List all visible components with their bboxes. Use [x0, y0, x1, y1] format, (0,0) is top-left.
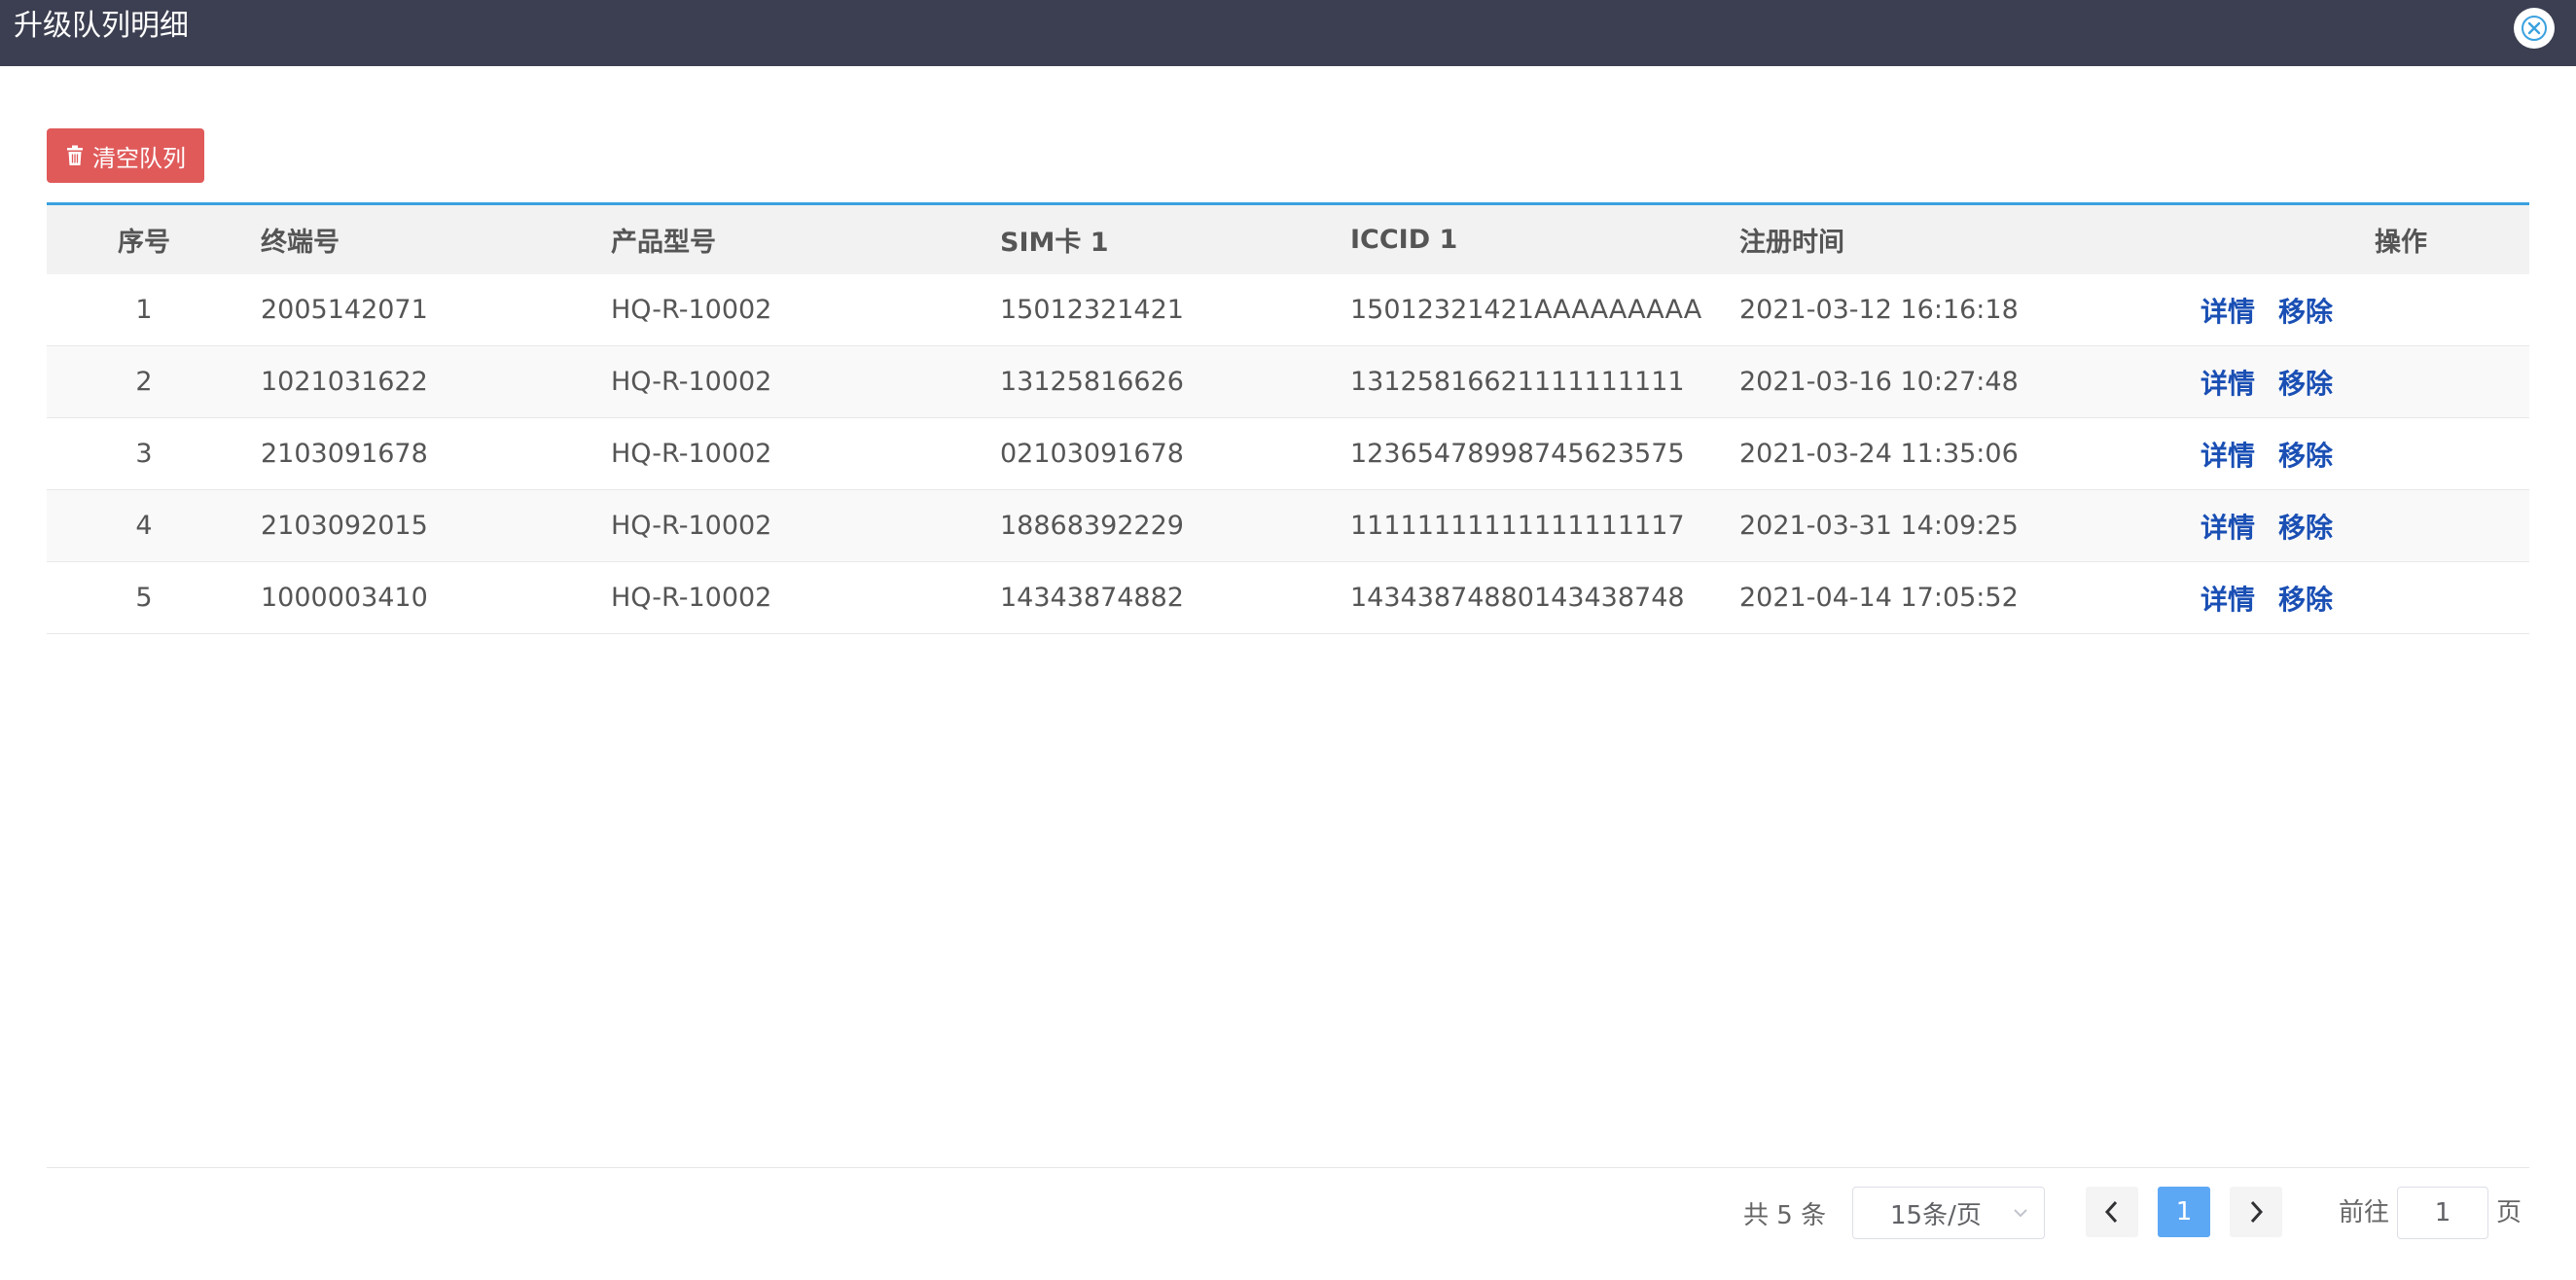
remove-link[interactable]: 移除 — [2278, 435, 2333, 474]
row-actions: 详情 移除 — [2200, 346, 2333, 417]
column-header-terminal: 终端号 — [261, 228, 340, 258]
cell-time: 2021-03-16 10:27:48 — [1739, 367, 2019, 397]
cell-sim: 14343874882 — [1000, 583, 1184, 613]
cell-terminal: 1000003410 — [261, 583, 428, 613]
column-header-sim: SIM卡 1 — [1000, 228, 1109, 258]
detail-link[interactable]: 详情 — [2200, 291, 2255, 330]
cell-sim: 02103091678 — [1000, 439, 1184, 469]
detail-link[interactable]: 详情 — [2200, 363, 2255, 402]
row-actions: 详情 移除 — [2200, 274, 2333, 345]
table-row: 1 2005142071 HQ-R-10002 15012321421 1501… — [47, 274, 2529, 346]
column-header-model: 产品型号 — [611, 228, 716, 258]
cell-iccid: 13125816621111111111 — [1350, 367, 1685, 397]
cell-sim: 15012321421 — [1000, 295, 1184, 325]
detail-link[interactable]: 详情 — [2200, 435, 2255, 474]
column-header-time: 注册时间 — [1739, 228, 1844, 258]
cell-index: 5 — [135, 583, 153, 613]
row-actions: 详情 移除 — [2200, 562, 2333, 633]
pagination-total: 共 5 条 — [1743, 1200, 1827, 1230]
next-page-button[interactable] — [2230, 1187, 2282, 1237]
goto-label: 前往 — [2339, 1198, 2390, 1227]
cell-time: 2021-04-14 17:05:52 — [1739, 583, 2019, 613]
remove-link[interactable]: 移除 — [2278, 579, 2333, 618]
close-icon — [2522, 16, 2547, 41]
cell-iccid: 15012321421AAAAAAAAA — [1350, 295, 1702, 325]
goto-page-input[interactable] — [2397, 1187, 2488, 1239]
page-unit-label: 页 — [2496, 1198, 2522, 1227]
chevron-down-icon — [2014, 1209, 2027, 1218]
cell-index: 3 — [135, 439, 153, 469]
cell-model: HQ-R-10002 — [611, 367, 772, 397]
cell-iccid: 12365478998745623575 — [1350, 439, 1685, 469]
cell-terminal: 2103092015 — [261, 511, 428, 541]
pagination-divider — [47, 1167, 2529, 1168]
cell-model: HQ-R-10002 — [611, 295, 772, 325]
dialog-title: 升级队列明细 — [14, 9, 189, 43]
table-header: 序号 终端号 产品型号 SIM卡 1 ICCID 1 注册时间 操作 — [47, 202, 2529, 274]
cell-iccid: 11111111111111111117 — [1350, 511, 1685, 541]
prev-page-button[interactable] — [2086, 1187, 2138, 1237]
chevron-right-icon — [2250, 1200, 2264, 1224]
dialog-header: 升级队列明细 — [0, 0, 2576, 66]
cell-model: HQ-R-10002 — [611, 511, 772, 541]
page-size-select[interactable]: 15条/页 — [1852, 1187, 2045, 1239]
cell-time: 2021-03-31 14:09:25 — [1739, 511, 2019, 541]
cell-model: HQ-R-10002 — [611, 439, 772, 469]
cell-sim: 18868392229 — [1000, 511, 1184, 541]
remove-link[interactable]: 移除 — [2278, 507, 2333, 546]
table-row: 2 1021031622 HQ-R-10002 13125816626 1312… — [47, 346, 2529, 418]
remove-link[interactable]: 移除 — [2278, 291, 2333, 330]
cell-index: 1 — [135, 295, 153, 325]
cell-model: HQ-R-10002 — [611, 583, 772, 613]
detail-link[interactable]: 详情 — [2200, 507, 2255, 546]
cell-terminal: 2103091678 — [261, 439, 428, 469]
cell-sim: 13125816626 — [1000, 367, 1184, 397]
chevron-left-icon — [2104, 1200, 2118, 1224]
cell-iccid: 14343874880143438748 — [1350, 583, 1685, 613]
detail-link[interactable]: 详情 — [2200, 579, 2255, 618]
row-actions: 详情 移除 — [2200, 418, 2333, 489]
remove-link[interactable]: 移除 — [2278, 363, 2333, 402]
table-row: 4 2103092015 HQ-R-10002 18868392229 1111… — [47, 490, 2529, 562]
close-button[interactable] — [2514, 8, 2555, 49]
queue-table: 序号 终端号 产品型号 SIM卡 1 ICCID 1 注册时间 操作 1 200… — [47, 202, 2529, 634]
cell-index: 2 — [135, 367, 153, 397]
clear-queue-label: 清空队列 — [92, 144, 186, 172]
table-row: 3 2103091678 HQ-R-10002 02103091678 1236… — [47, 418, 2529, 490]
cell-index: 4 — [135, 511, 153, 541]
cell-terminal: 2005142071 — [261, 295, 428, 325]
row-actions: 详情 移除 — [2200, 490, 2333, 561]
column-header-iccid: ICCID 1 — [1350, 225, 1458, 255]
column-header-actions: 操作 — [2375, 228, 2427, 258]
page-size-value: 15条/页 — [1890, 1200, 1982, 1230]
clear-queue-button[interactable]: 清空队列 — [47, 128, 204, 183]
cell-time: 2021-03-24 11:35:06 — [1739, 439, 2019, 469]
page-number-current[interactable]: 1 — [2158, 1187, 2210, 1237]
trash-icon — [67, 145, 83, 165]
cell-time: 2021-03-12 16:16:18 — [1739, 295, 2019, 325]
cell-terminal: 1021031622 — [261, 367, 428, 397]
table-row: 5 1000003410 HQ-R-10002 14343874882 1434… — [47, 562, 2529, 634]
column-header-index: 序号 — [118, 228, 170, 258]
